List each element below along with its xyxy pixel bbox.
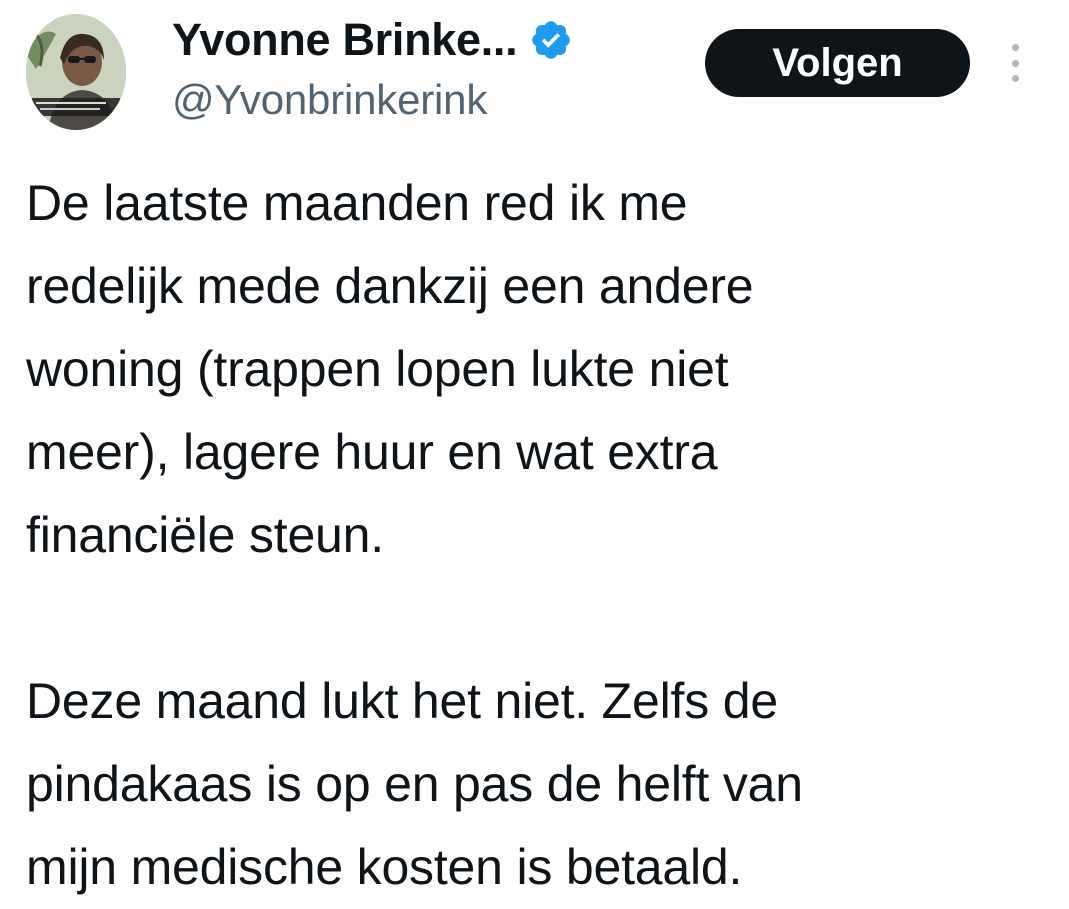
follow-button[interactable]: Volgen [705, 29, 970, 97]
tweet-line: financiële steun. [26, 507, 384, 563]
more-dot [1011, 59, 1019, 67]
author-avatar[interactable] [26, 14, 126, 130]
tweet-line: pindakaas is op en pas de helft van [26, 756, 803, 812]
tweet-text: De laatste maanden red ik me redelijk me… [26, 162, 1046, 909]
tweet-paragraph: De laatste maanden red ik me redelijk me… [26, 162, 1046, 577]
author-display-name[interactable]: Yvonne Brinke... [172, 14, 518, 66]
verified-badge-icon[interactable] [529, 18, 573, 62]
author-handle[interactable]: @Yvonbrinkerink [172, 76, 487, 124]
more-dot [1011, 44, 1019, 51]
tweet-line: redelijk mede dankzij een andere [26, 258, 754, 314]
more-dot [1011, 75, 1019, 82]
tweet-paragraph: Deze maand lukt het niet. Zelfs de pinda… [26, 660, 1046, 909]
more-options-icon[interactable] [998, 40, 1032, 86]
author-name-row: Yvonne Brinke... [172, 10, 573, 70]
avatar-photo [26, 14, 126, 130]
tweet-card: Yvonne Brinke... @Yvonbrinkerink Volgen … [0, 0, 1069, 895]
tweet-line: Deze maand lukt het niet. Zelfs de [26, 673, 778, 729]
tweet-line: meer), lagere huur en wat extra [26, 424, 718, 480]
tweet-line: woning (trappen lopen lukte niet [26, 341, 729, 397]
tweet-line: De laatste maanden red ik me [26, 175, 688, 231]
